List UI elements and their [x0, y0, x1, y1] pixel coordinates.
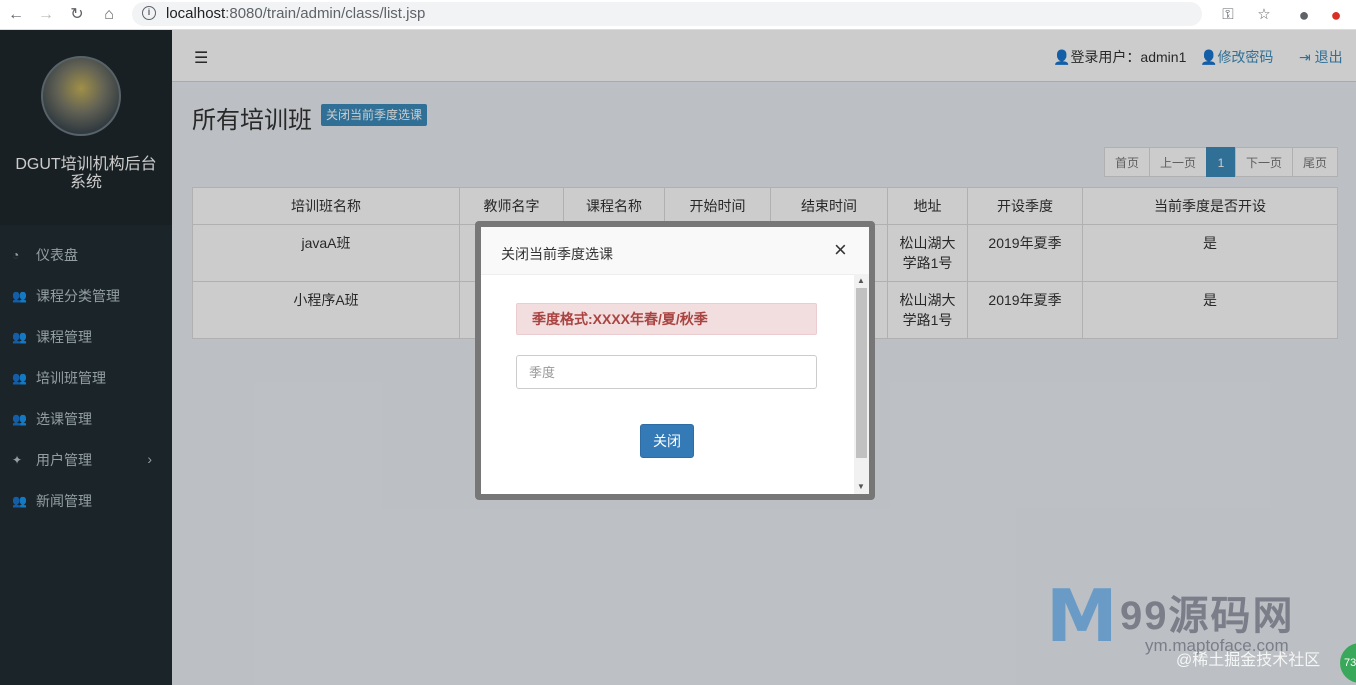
address-bar[interactable]: i localhost:8080/train/admin/class/list.…: [132, 2, 1202, 26]
back-icon[interactable]: ←: [6, 5, 26, 25]
reload-icon[interactable]: ↻: [67, 5, 87, 25]
browser-toolbar: ← → ↻ ⌂ i localhost:8080/train/admin/cla…: [0, 0, 1356, 30]
modal-title: 关闭当前季度选课: [501, 246, 613, 262]
url-text: localhost:8080/train/admin/class/list.js…: [166, 5, 426, 22]
modal-header: 关闭当前季度选课 ×: [481, 227, 869, 275]
season-input[interactable]: [516, 355, 817, 389]
close-icon[interactable]: ×: [834, 237, 847, 263]
watermark-credit: @稀土掘金技术社区: [1176, 652, 1321, 669]
key-icon[interactable]: ⚿: [1218, 5, 1238, 25]
info-icon[interactable]: i: [142, 6, 156, 20]
season-format-alert: 季度格式:XXXX年春/夏/秋季: [516, 303, 817, 335]
close-season-modal: 关闭当前季度选课 × 季度格式:XXXX年春/夏/秋季 关闭 ▲ ▼: [475, 221, 875, 500]
scroll-thumb[interactable]: [856, 288, 867, 458]
scroll-down-icon[interactable]: ▼: [857, 482, 865, 491]
scroll-up-icon[interactable]: ▲: [857, 276, 865, 285]
modal-scrollbar[interactable]: ▲ ▼: [854, 274, 869, 494]
account-icon[interactable]: ●: [1294, 5, 1314, 25]
home-icon[interactable]: ⌂: [99, 5, 119, 25]
forward-icon[interactable]: →: [36, 5, 56, 25]
star-icon[interactable]: ☆: [1254, 5, 1274, 25]
modal-close-button[interactable]: 关闭: [640, 424, 694, 458]
extension-icon[interactable]: ●: [1326, 5, 1346, 25]
watermark-logo-icon: M: [1046, 574, 1118, 658]
watermark-brand: 99源码网: [1120, 594, 1295, 638]
modal-content: 关闭当前季度选课 × 季度格式:XXXX年春/夏/秋季 关闭 ▲ ▼: [481, 227, 869, 494]
